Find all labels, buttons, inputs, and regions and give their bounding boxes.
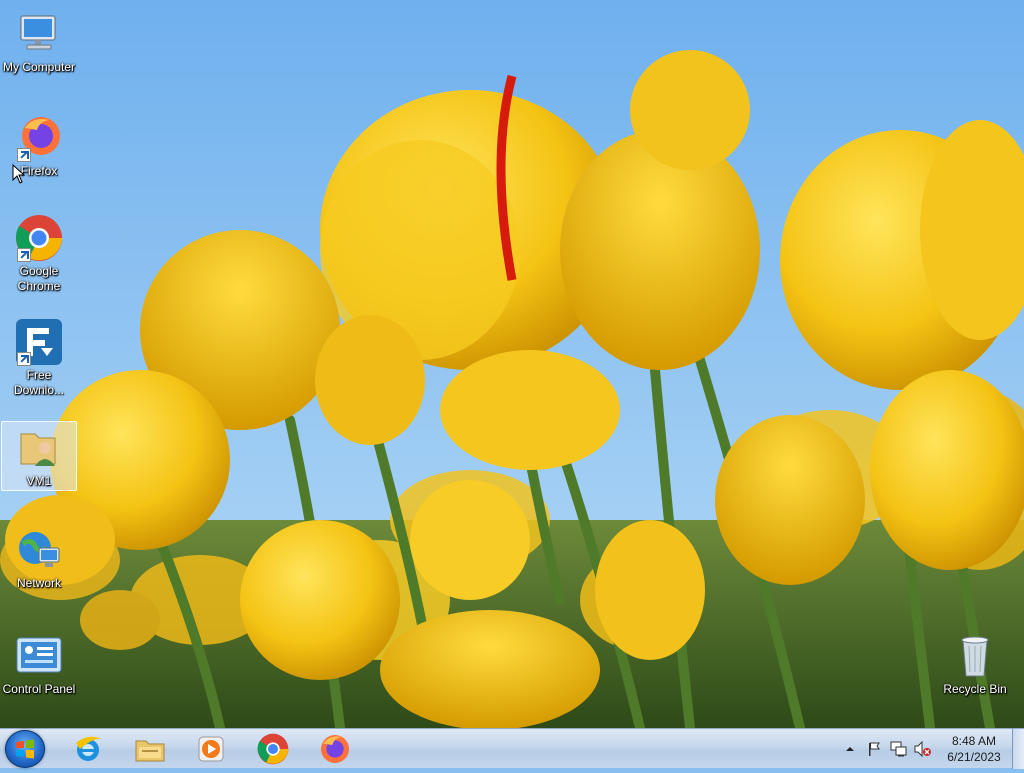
desktop-icon-label: Network [16, 576, 61, 590]
show-desktop-button[interactable] [1012, 729, 1024, 769]
firefox-icon [319, 733, 351, 765]
control-panel-icon [15, 632, 63, 680]
chrome-icon [15, 214, 63, 262]
windows-start-icon [16, 739, 34, 759]
chrome-icon [257, 733, 289, 765]
clock-time: 8:48 AM [951, 734, 997, 748]
computer-icon [15, 10, 63, 58]
taskbar-google-chrome[interactable] [245, 729, 301, 769]
desktop-icon-my-computer[interactable]: My Computer [1, 10, 77, 75]
volume-muted-icon[interactable] [914, 741, 932, 757]
shortcut-arrow-icon [17, 248, 31, 262]
media-player-icon [195, 733, 227, 765]
desktop-wallpaper [0, 0, 1024, 728]
taskbar-clock[interactable]: 8:48 AM 6/21/2023 [936, 733, 1012, 765]
desktop-icon-google-chrome[interactable]: Google Chrome [1, 214, 77, 294]
network-icon[interactable] [890, 741, 908, 757]
desktop-icon-label: My Computer [2, 60, 76, 74]
internet-explorer-icon [72, 733, 104, 765]
desktop-icon-network[interactable]: Network [1, 526, 77, 591]
taskbar-windows-explorer[interactable] [122, 729, 178, 769]
free-download-manager-icon [15, 318, 63, 366]
desktop-icon-free-download-manager[interactable]: Free Downlo... [1, 318, 77, 398]
desktop-icon-label: Control Panel [2, 682, 76, 696]
shortcut-arrow-icon [17, 148, 31, 162]
clock-date: 6/21/2023 [947, 750, 1001, 764]
file-explorer-icon [134, 733, 166, 765]
mouse-cursor-icon [12, 164, 26, 184]
taskbar-firefox[interactable] [307, 729, 363, 769]
desktop-icon-control-panel[interactable]: Control Panel [1, 632, 77, 697]
recycle-bin-icon [951, 632, 999, 680]
show-hidden-icons-arrow[interactable] [846, 745, 854, 753]
shortcut-arrow-icon [17, 352, 31, 366]
desktop-icon-label: Google Chrome [17, 264, 61, 293]
start-button[interactable] [5, 730, 45, 768]
desktop-icon-label: Free Downlo... [13, 368, 65, 397]
taskbar: 8:48 AM 6/21/2023 [0, 728, 1024, 769]
network-icon [15, 526, 63, 574]
firefox-icon [15, 114, 63, 162]
desktop-icon-recycle-bin[interactable]: Recycle Bin [937, 632, 1013, 697]
system-tray [842, 729, 932, 769]
taskbar-internet-explorer[interactable] [60, 729, 116, 769]
desktop-icon-label: VM1 [26, 474, 52, 488]
desktop-icon-label: Recycle Bin [943, 682, 1007, 696]
taskbar-media-player[interactable] [183, 729, 239, 769]
user-folder-icon [15, 424, 63, 472]
desktop-icon-vm1[interactable]: VM1 [1, 421, 77, 491]
action-center-flag-icon[interactable] [866, 741, 882, 757]
